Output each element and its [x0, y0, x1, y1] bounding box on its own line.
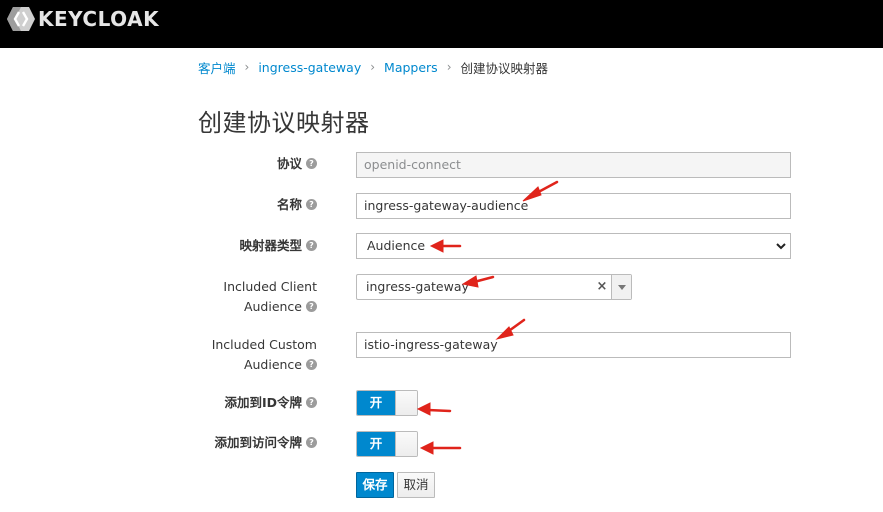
add-to-id-token-label-text: 添加到ID令牌 [224, 395, 302, 410]
clear-icon[interactable]: × [595, 275, 609, 299]
protocol-field: openid-connect [356, 152, 791, 178]
name-label-text: 名称 [276, 197, 302, 212]
breadcrumb-separator: › [446, 60, 452, 74]
mapper-type-label: 映射器类型? [239, 236, 317, 256]
add-to-access-token-label-text: 添加到访问令牌 [214, 435, 302, 450]
included-client-audience-label-line1: Included Client [223, 279, 317, 294]
toggle-knob [395, 391, 417, 415]
annotation-arrow-icon [416, 402, 452, 416]
toggle-on-label: 开 [357, 432, 395, 456]
included-client-audience-label-line2: Audience [243, 299, 302, 314]
save-button[interactable]: 保存 [356, 472, 394, 498]
help-icon[interactable]: ? [306, 240, 317, 251]
protocol-label-text: 协议 [276, 156, 302, 171]
add-to-access-token-label: 添加到访问令牌? [214, 433, 317, 453]
included-custom-audience-label-2: Audience? [244, 355, 317, 375]
help-icon[interactable]: ? [306, 397, 317, 408]
protocol-label: 协议? [277, 154, 317, 174]
cancel-button[interactable]: 取消 [397, 472, 435, 498]
mapper-type-value: Audience [367, 238, 426, 253]
dropdown-toggle-icon[interactable] [611, 275, 631, 299]
add-to-id-token-label: 添加到ID令牌? [224, 393, 317, 413]
annotation-arrow-icon [419, 441, 462, 455]
breadcrumb-current: 创建协议映射器 [460, 60, 549, 76]
logo-text: KEYCLOAK [38, 7, 160, 31]
page-title: 创建协议映射器 [198, 109, 370, 137]
breadcrumb-separator: › [370, 60, 376, 74]
included-custom-audience-label: Included Custom [212, 335, 317, 355]
help-icon[interactable]: ? [306, 437, 317, 448]
included-client-audience-label: Included Client [223, 277, 317, 297]
breadcrumb: 客户端 › ingress-gateway › Mappers › 创建协议映射… [198, 58, 548, 76]
toggle-on-label: 开 [357, 391, 395, 415]
breadcrumb-client-link[interactable]: ingress-gateway [258, 60, 361, 75]
chevron-down-icon [776, 243, 786, 250]
included-client-audience-value: ingress-gateway [366, 279, 469, 294]
help-icon[interactable]: ? [306, 301, 317, 312]
name-label: 名称? [277, 195, 317, 215]
included-client-audience-label-2: Audience? [244, 297, 317, 317]
breadcrumb-mappers-link[interactable]: Mappers [384, 60, 438, 75]
included-client-audience-combobox[interactable]: ingress-gateway × [356, 274, 632, 300]
add-to-access-token-toggle[interactable]: 开 [356, 431, 418, 457]
included-custom-audience-label-line1: Included Custom [211, 337, 317, 352]
mapper-type-select[interactable]: Audience [356, 233, 791, 259]
included-custom-audience-label-line2: Audience [243, 357, 302, 372]
keycloak-logo[interactable]: KEYCLOAK [6, 6, 159, 32]
add-to-id-token-toggle[interactable]: 开 [356, 390, 418, 416]
help-icon[interactable]: ? [306, 158, 317, 169]
help-icon[interactable]: ? [306, 199, 317, 210]
help-icon[interactable]: ? [306, 359, 317, 370]
toggle-knob [395, 432, 417, 456]
included-custom-audience-input[interactable]: istio-ingress-gateway [356, 332, 791, 358]
breadcrumb-clients-link[interactable]: 客户端 [198, 58, 236, 77]
keycloak-logo-icon [7, 7, 35, 31]
breadcrumb-separator: › [244, 60, 250, 74]
name-input[interactable]: ingress-gateway-audience [356, 193, 791, 219]
top-navbar: KEYCLOAK [0, 0, 883, 48]
mapper-type-label-text: 映射器类型 [239, 238, 302, 253]
